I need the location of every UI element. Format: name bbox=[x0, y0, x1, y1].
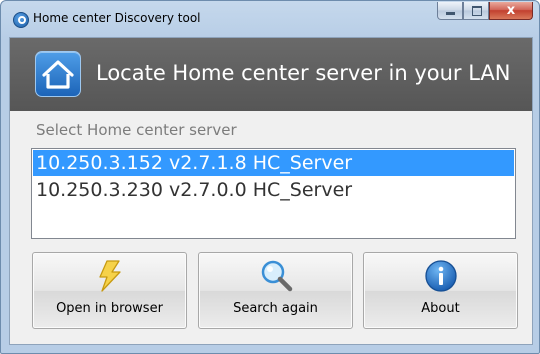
open-in-browser-button[interactable]: Open in browser bbox=[32, 252, 187, 329]
minimize-button[interactable] bbox=[437, 2, 463, 20]
list-item[interactable]: 10.250.3.152 v2.7.1.8 HC_Server bbox=[33, 150, 514, 176]
server-list[interactable]: 10.250.3.152 v2.7.1.8 HC_Server 10.250.3… bbox=[31, 148, 516, 239]
list-item[interactable]: 10.250.3.230 v2.7.0.0 HC_Server bbox=[33, 177, 514, 203]
window-title: Home center Discovery tool bbox=[33, 11, 201, 25]
main-panel: Locate Home center server in your LAN Se… bbox=[9, 37, 533, 345]
app-icon bbox=[13, 12, 29, 28]
about-label: About bbox=[421, 301, 460, 316]
header-banner: Locate Home center server in your LAN bbox=[10, 38, 532, 111]
open-in-browser-label: Open in browser bbox=[56, 301, 163, 316]
lightning-icon bbox=[33, 259, 186, 293]
maximize-button[interactable] bbox=[463, 2, 489, 20]
magnifier-icon bbox=[199, 259, 352, 293]
search-again-label: Search again bbox=[233, 301, 318, 316]
title-bar[interactable]: Home center Discovery tool x bbox=[1, 1, 539, 37]
select-server-label: Select Home center server bbox=[36, 121, 237, 139]
window-controls: x bbox=[437, 2, 533, 22]
search-again-button[interactable]: Search again bbox=[198, 252, 353, 329]
maximize-icon bbox=[472, 6, 482, 16]
close-button[interactable]: x bbox=[489, 2, 533, 20]
about-button[interactable]: About bbox=[363, 252, 518, 329]
header-title: Locate Home center server in your LAN bbox=[96, 61, 511, 85]
close-icon: x bbox=[506, 3, 516, 18]
home-icon bbox=[35, 51, 81, 97]
minimize-icon bbox=[446, 12, 455, 15]
app-window: Home center Discovery tool x Locate Home… bbox=[0, 0, 540, 354]
info-icon bbox=[364, 259, 517, 293]
